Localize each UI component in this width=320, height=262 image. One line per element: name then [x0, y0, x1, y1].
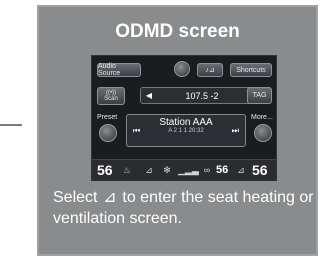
frequency-value: 107.5 -2 — [185, 90, 219, 101]
scan-button[interactable]: ((•)) Scan — [97, 87, 125, 105]
fan-icon[interactable]: ✻ — [160, 165, 174, 176]
shortcuts-label: Shortcuts — [236, 66, 266, 74]
seat-cool-icon[interactable]: ⊿ — [234, 165, 248, 176]
caption-text: Select ⊿ to enter the seat heating or ve… — [53, 187, 315, 229]
preset-knob-icon[interactable] — [99, 124, 117, 142]
odmd-screen: Audio Source ♪⊿ Shortcuts ((•)) Scan ◀ 10… — [91, 55, 277, 181]
seek-forward-icon[interactable]: ⏭ — [232, 126, 239, 136]
media-button[interactable]: ♪⊿ — [197, 63, 223, 77]
recirc-icon[interactable]: ∞ — [200, 165, 214, 176]
climate-bar: 56 ♨ ⊿ ✻ ▁▂▃ ∞ 56 ⊿ 56 — [92, 159, 276, 181]
station-display: ⏮ Station AAA A 2 1 1 20:32 ⏭ — [126, 114, 246, 147]
tag-button[interactable]: TAG — [247, 87, 272, 104]
music-note-icon: ♪⊿ — [205, 66, 215, 74]
audio-source-button[interactable]: Audio Source — [97, 63, 141, 77]
audio-source-label: Audio Source — [98, 63, 121, 77]
frequency-bar: ◀ 107.5 -2 ▶ — [140, 87, 264, 104]
scan-label: Scan — [104, 96, 118, 102]
passenger-temp: 56 — [252, 162, 268, 178]
callout-line — [0, 124, 22, 126]
tag-label: TAG — [252, 92, 267, 99]
seat-icon[interactable]: ⊿ — [142, 165, 156, 176]
left-arrow-icon[interactable]: ◀ — [141, 91, 157, 100]
center-temp: 56 — [216, 164, 229, 176]
seat-icon: ⊿ — [103, 189, 117, 206]
more-label: More... — [251, 114, 273, 121]
shortcuts-button[interactable]: Shortcuts — [230, 63, 272, 77]
more-knob-icon[interactable] — [254, 124, 272, 142]
nav-knob-icon[interactable] — [174, 61, 190, 77]
caption-select: Select — [53, 189, 98, 206]
station-name: Station AAA — [159, 117, 213, 128]
fan-level-icon: ▁▂▃ — [178, 165, 199, 175]
panel-title: ODMD screen — [115, 21, 240, 42]
seat-heat-icon[interactable]: ♨ — [120, 165, 134, 176]
info-panel: ODMD screen Audio Source ♪⊿ Shortcuts ((… — [37, 5, 318, 256]
station-detail: A 2 1 1 20:32 — [168, 128, 204, 134]
driver-temp: 56 — [97, 162, 113, 178]
preset-label: Preset — [97, 114, 118, 121]
